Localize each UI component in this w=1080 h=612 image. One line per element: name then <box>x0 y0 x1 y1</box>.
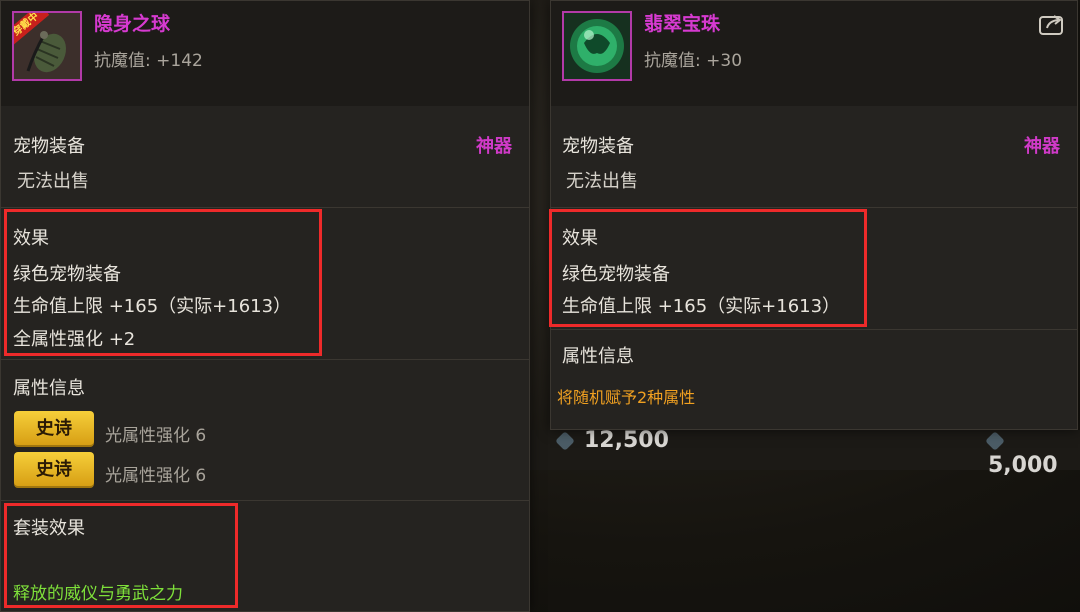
attr-note: 将随机赋予2种属性 <box>557 388 696 407</box>
gem-icon <box>985 431 1005 451</box>
item-name: 翡翠宝珠 <box>644 13 721 35</box>
divider <box>551 207 1077 208</box>
price-value-b: 5,000 <box>988 453 1058 478</box>
item-tooltip-left: 穿戴中 隐身之球 抗魔值: +142 宠物装备 神器 无法出售 效果 绿色宠物装… <box>0 0 530 612</box>
highlight-box-set-effect <box>4 503 238 608</box>
attr-title: 属性信息 <box>562 346 634 367</box>
item-icon-invisibility-orb[interactable]: 穿戴中 <box>12 11 82 81</box>
price-tag-b: 5,000 <box>985 428 1080 478</box>
price-value-a: 12,500 <box>584 428 669 453</box>
item-tooltip-right: 翡翠宝珠 抗魔值: +30 宠物装备 神器 无法出售 效果 绿色宠物装备 生命值… <box>549 0 1078 430</box>
magic-resist-stat: 抗魔值: +142 <box>94 51 203 71</box>
epic-badge: 史诗 <box>14 452 94 488</box>
tooltip-header: 穿戴中 隐身之球 抗魔值: +142 <box>1 1 529 106</box>
emerald-orb-icon <box>564 13 630 79</box>
attr-value: 光属性强化 6 <box>105 466 207 486</box>
sell-note: 无法出售 <box>566 171 638 192</box>
tooltip-header: 翡翠宝珠 抗魔值: +30 <box>551 1 1077 106</box>
item-name: 隐身之球 <box>94 13 171 35</box>
divider <box>1 500 529 501</box>
category-label: 宠物装备 <box>13 136 85 157</box>
attr-value: 光属性强化 6 <box>105 426 207 446</box>
category-label: 宠物装备 <box>562 136 634 157</box>
divider <box>551 329 1077 330</box>
highlight-box-effect <box>549 209 867 327</box>
divider <box>1 359 529 360</box>
divider <box>1 207 529 208</box>
item-icon-emerald-orb[interactable] <box>562 11 632 81</box>
attr-title: 属性信息 <box>13 378 85 399</box>
highlight-box-effect <box>4 209 322 356</box>
share-icon[interactable] <box>1039 13 1065 35</box>
gem-icon <box>555 431 575 451</box>
price-tag-a: 12,500 <box>555 428 669 453</box>
rarity-label: 神器 <box>1024 136 1060 157</box>
epic-badge: 史诗 <box>14 411 94 447</box>
magic-resist-stat: 抗魔值: +30 <box>644 51 743 71</box>
sell-note: 无法出售 <box>17 171 89 192</box>
rarity-label: 神器 <box>476 136 512 157</box>
